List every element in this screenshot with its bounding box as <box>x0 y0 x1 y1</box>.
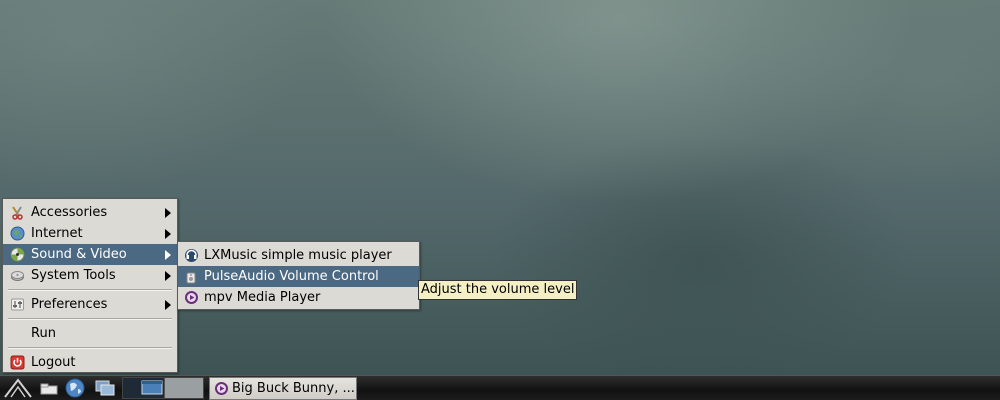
menu-separator <box>3 286 177 294</box>
task-label: Big Buck Bunny, ... <box>232 381 355 396</box>
menu-item-label: LXMusic simple music player <box>204 248 392 263</box>
menu-item-pulseaudio[interactable]: PulseAudio Volume Control <box>178 266 419 287</box>
application-menu: Accessories Internet Sound & Video Syste… <box>2 198 178 373</box>
menu-item-accessories[interactable]: Accessories <box>3 202 177 223</box>
lxmusic-icon <box>185 249 198 262</box>
mpv-icon <box>185 291 198 304</box>
submenu-arrow-icon <box>165 229 171 239</box>
pulseaudio-icon <box>186 272 196 284</box>
internet-icon <box>10 226 25 241</box>
menu-item-preferences[interactable]: Preferences <box>3 294 177 315</box>
tooltip: Adjust the volume level <box>418 280 578 300</box>
window-switch-icon[interactable] <box>92 377 118 399</box>
system-tools-icon <box>11 271 24 281</box>
pager-desktop-1[interactable] <box>123 378 165 398</box>
taskbar: Big Buck Bunny, ... <box>0 375 1000 400</box>
menu-item-label: System Tools <box>31 268 116 283</box>
submenu-arrow-icon <box>165 250 171 260</box>
menu-item-system-tools[interactable]: System Tools <box>3 265 177 286</box>
menu-item-mpv[interactable]: mpv Media Player <box>178 287 419 308</box>
accessories-icon <box>12 206 23 220</box>
sound-video-icon <box>10 247 25 262</box>
menu-item-run[interactable]: Run <box>3 323 177 344</box>
menu-item-label: Internet <box>31 226 83 241</box>
taskbar-task-mpv[interactable]: Big Buck Bunny, ... <box>209 377 357 400</box>
menu-item-label: Accessories <box>31 205 108 220</box>
menu-item-lxmusic[interactable]: LXMusic simple music player <box>178 245 419 266</box>
menu-item-label: mpv Media Player <box>204 290 321 305</box>
lxde-menu-icon[interactable] <box>2 377 34 399</box>
logout-icon <box>10 355 25 370</box>
menu-separator <box>3 315 177 323</box>
submenu-arrow-icon <box>165 208 171 218</box>
web-browser-icon[interactable] <box>62 377 88 399</box>
submenu-arrow-icon <box>165 271 171 281</box>
mpv-icon <box>215 382 228 395</box>
menu-item-label: PulseAudio Volume Control <box>204 269 379 284</box>
menu-item-label: Run <box>31 326 56 341</box>
desktop-pager <box>122 377 204 399</box>
window-thumbnail-icon <box>141 380 163 395</box>
sound-video-submenu: LXMusic simple music player PulseAudio V… <box>177 241 420 310</box>
menu-item-internet[interactable]: Internet <box>3 223 177 244</box>
menu-item-label: Logout <box>31 355 76 370</box>
preferences-icon <box>11 298 24 311</box>
menu-item-logout[interactable]: Logout <box>3 352 177 373</box>
menu-item-sound-video[interactable]: Sound & Video <box>3 244 177 265</box>
menu-item-label: Sound & Video <box>31 247 127 262</box>
file-manager-icon[interactable] <box>38 377 60 399</box>
submenu-arrow-icon <box>165 300 171 310</box>
menu-separator <box>3 344 177 352</box>
pager-desktop-2[interactable] <box>165 378 203 398</box>
menu-item-label: Preferences <box>31 297 108 312</box>
